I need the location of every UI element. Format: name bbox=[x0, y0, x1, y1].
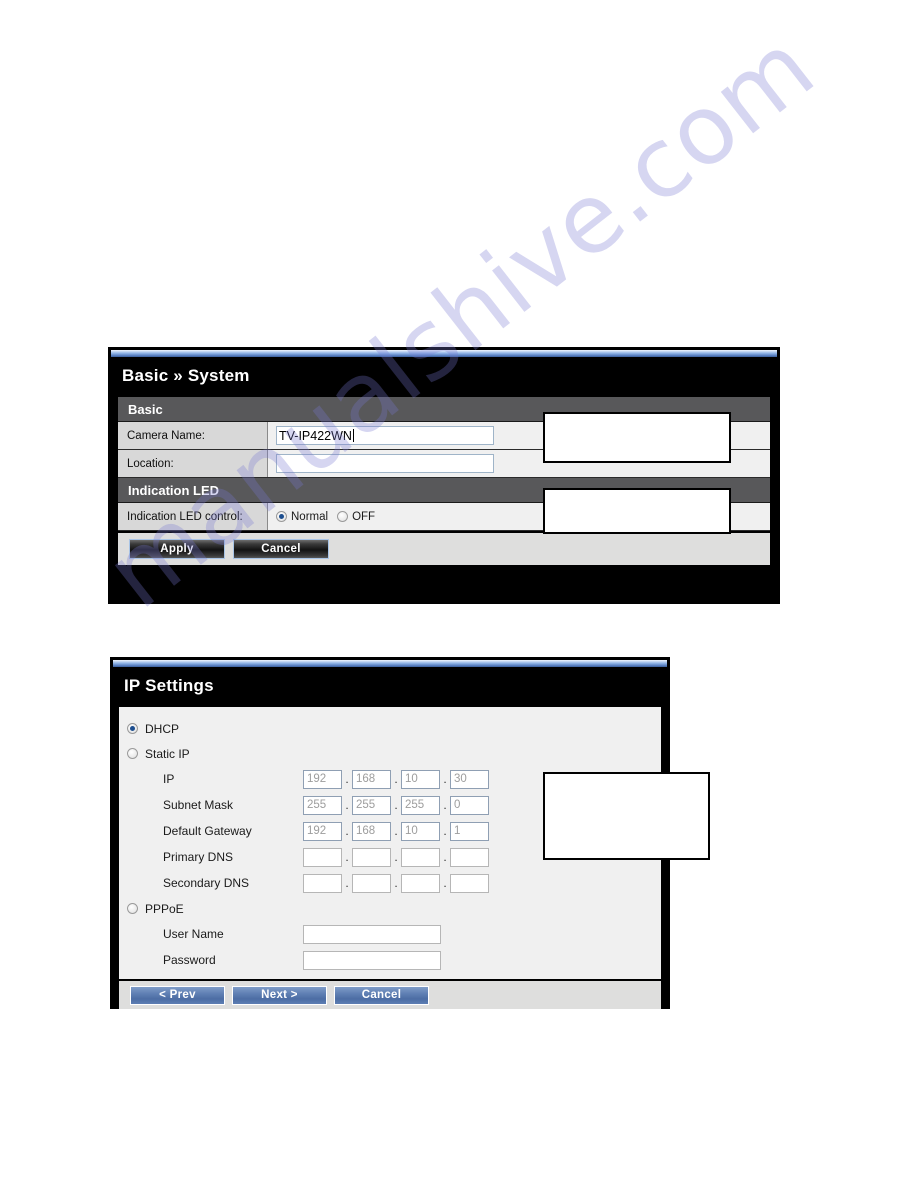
row-user-name: User Name bbox=[119, 921, 661, 947]
ip-octet-2[interactable]: 168 bbox=[352, 769, 391, 789]
label-static-ip: Static IP bbox=[145, 746, 190, 761]
gateway-octet-2[interactable]: 168 bbox=[352, 821, 391, 841]
gateway-octet-1[interactable]: 192 bbox=[303, 821, 342, 841]
primary-dns-dot-3: . bbox=[443, 850, 447, 864]
ip-dot-2: . bbox=[394, 772, 398, 786]
label-pppoe: PPPoE bbox=[145, 901, 184, 916]
subnet-dot-3: . bbox=[443, 798, 447, 812]
ip-dot-1: . bbox=[345, 772, 349, 786]
camera-name-input-text: TV-IP422WN bbox=[279, 428, 352, 443]
gateway-dot-2: . bbox=[394, 824, 398, 838]
text-caret bbox=[352, 429, 354, 442]
label-primary-dns: Primary DNS bbox=[163, 850, 234, 864]
row-password: Password bbox=[119, 947, 661, 973]
system-button-bar: Apply Cancel bbox=[118, 531, 770, 565]
password-input[interactable] bbox=[303, 950, 441, 970]
gateway-octet-4[interactable]: 1 bbox=[450, 821, 489, 841]
ip-settings-button-bar: < Prev Next > Cancel bbox=[119, 979, 661, 1009]
gateway-octet-3[interactable]: 10 bbox=[401, 821, 440, 841]
ip-octet-3[interactable]: 10 bbox=[401, 769, 440, 789]
radio-pppoe[interactable] bbox=[127, 903, 138, 914]
radio-static-ip[interactable] bbox=[127, 748, 138, 759]
secondary-dns-dot-2: . bbox=[394, 876, 398, 890]
subnet-octet-2[interactable]: 255 bbox=[352, 795, 391, 815]
panel-title-basic-system: Basic » System bbox=[122, 366, 250, 385]
gateway-dot-3: . bbox=[443, 824, 447, 838]
option-static-ip[interactable]: Static IP bbox=[119, 741, 661, 766]
label-default-gateway: Default Gateway bbox=[163, 824, 252, 838]
primary-dns-octet-1[interactable] bbox=[303, 847, 342, 867]
radio-led-normal[interactable] bbox=[276, 511, 287, 522]
label-user-name: User Name bbox=[163, 927, 224, 941]
label-ip: IP bbox=[163, 772, 175, 786]
camera-name-input[interactable]: TV-IP422WN bbox=[276, 426, 494, 445]
ip-octet-4[interactable]: 30 bbox=[450, 769, 489, 789]
label-password: Password bbox=[163, 953, 216, 967]
secondary-dns-octet-4[interactable] bbox=[450, 873, 489, 893]
basic-system-panel: Basic » System Basic Camera Name: TV-IP4… bbox=[108, 347, 780, 604]
subnet-dot-2: . bbox=[394, 798, 398, 812]
label-dhcp: DHCP bbox=[145, 721, 180, 736]
apply-button[interactable]: Apply bbox=[129, 539, 225, 559]
callout-box-3 bbox=[543, 772, 710, 860]
cancel-button[interactable]: Cancel bbox=[233, 539, 329, 559]
callout-box-2 bbox=[543, 488, 731, 534]
radio-dhcp[interactable] bbox=[127, 723, 138, 734]
secondary-dns-octet-2[interactable] bbox=[352, 873, 391, 893]
option-dhcp[interactable]: DHCP bbox=[119, 716, 661, 741]
secondary-dns-octet-3[interactable] bbox=[401, 873, 440, 893]
row-secondary-dns: Secondary DNS . . . bbox=[119, 870, 661, 896]
subnet-dot-1: . bbox=[345, 798, 349, 812]
label-secondary-dns: Secondary DNS bbox=[163, 876, 250, 890]
callout-box-1 bbox=[543, 412, 731, 463]
primary-dns-octet-4[interactable] bbox=[450, 847, 489, 867]
ip-cancel-button[interactable]: Cancel bbox=[334, 985, 429, 1005]
label-location: Location: bbox=[118, 450, 268, 477]
user-name-input[interactable] bbox=[303, 924, 441, 944]
panel-title-ip-settings: IP Settings bbox=[124, 676, 214, 695]
primary-dns-dot-2: . bbox=[394, 850, 398, 864]
gateway-dot-1: . bbox=[345, 824, 349, 838]
prev-button[interactable]: < Prev bbox=[130, 985, 225, 1005]
primary-dns-octet-3[interactable] bbox=[401, 847, 440, 867]
label-indication-led-control: Indication LED control: bbox=[118, 503, 268, 530]
location-input[interactable] bbox=[276, 454, 494, 473]
subnet-octet-3[interactable]: 255 bbox=[401, 795, 440, 815]
subnet-octet-1[interactable]: 255 bbox=[303, 795, 342, 815]
label-camera-name: Camera Name: bbox=[118, 422, 268, 449]
secondary-dns-octet-1[interactable] bbox=[303, 873, 342, 893]
radio-led-off[interactable] bbox=[337, 511, 349, 522]
secondary-dns-dot-1: . bbox=[345, 876, 349, 890]
subnet-octet-4[interactable]: 0 bbox=[450, 795, 489, 815]
secondary-dns-dot-3: . bbox=[443, 876, 447, 890]
label-subnet-mask: Subnet Mask bbox=[163, 798, 234, 812]
primary-dns-octet-2[interactable] bbox=[352, 847, 391, 867]
option-pppoe[interactable]: PPPoE bbox=[119, 896, 661, 921]
ip-panel-title-accent-strip bbox=[113, 660, 667, 667]
next-button[interactable]: Next > bbox=[232, 985, 327, 1005]
ip-octet-1[interactable]: 192 bbox=[303, 769, 342, 789]
primary-dns-dot-1: . bbox=[345, 850, 349, 864]
ip-dot-3: . bbox=[443, 772, 447, 786]
radio-label-led-normal: Normal bbox=[291, 510, 329, 523]
radio-label-led-off: OFF bbox=[352, 510, 376, 523]
panel-title-accent-strip bbox=[111, 350, 777, 357]
